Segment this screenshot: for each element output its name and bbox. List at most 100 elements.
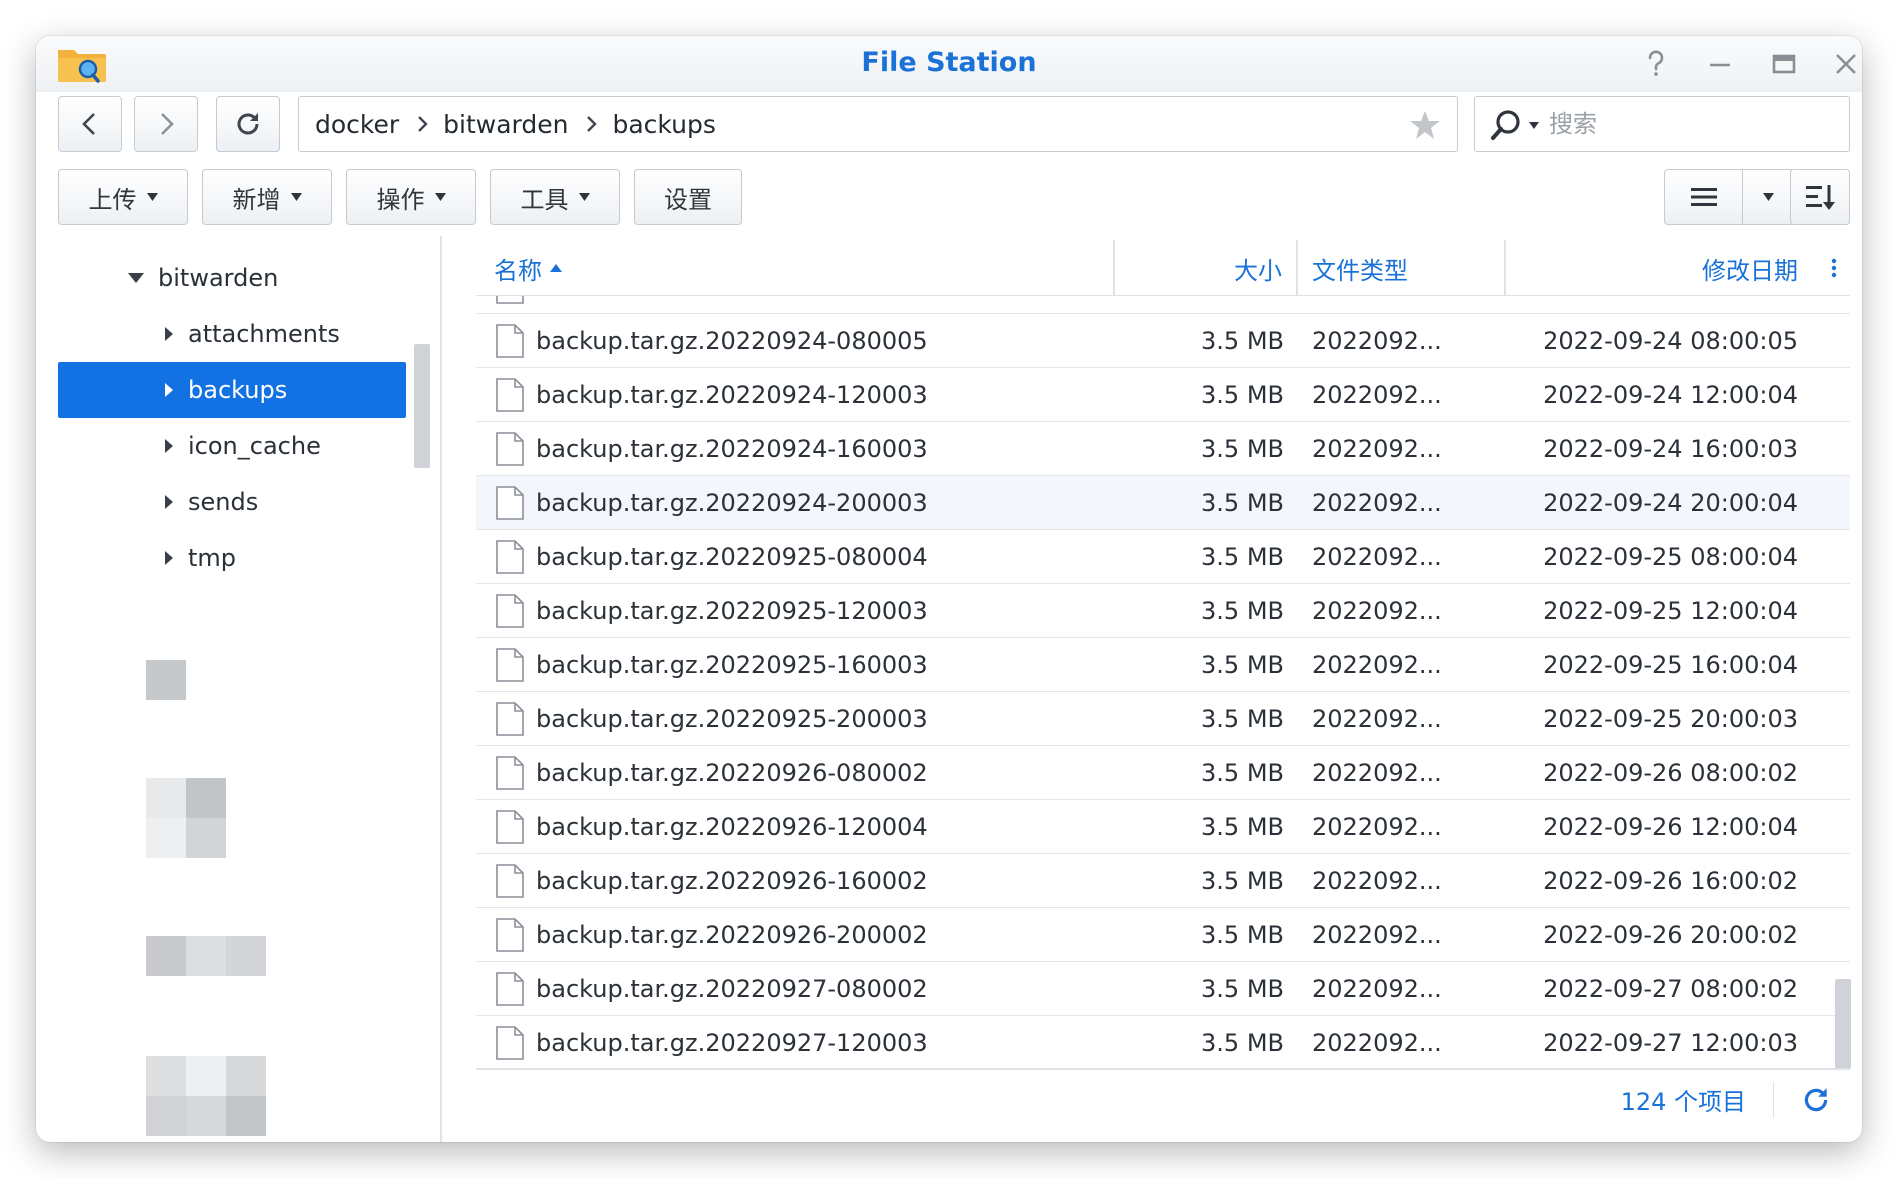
file-size: 3.5 MB <box>1201 489 1284 517</box>
column-size-label: 大小 <box>1234 256 1282 285</box>
list-view-toggle[interactable] <box>1665 170 1743 224</box>
breadcrumb-bitwarden[interactable]: bitwarden <box>443 110 568 139</box>
caret-right-icon[interactable] <box>162 382 176 398</box>
file-modified: 2022-09-27 12:00:03 <box>1543 1029 1798 1057</box>
create-label: 新增 <box>232 185 281 214</box>
view-mode-button[interactable] <box>1664 169 1794 225</box>
file-name: backup.tar.gz.20220926-160002 <box>536 867 928 895</box>
caret-right-icon[interactable] <box>162 550 176 566</box>
file-size: 3.5 MB <box>1201 705 1284 733</box>
table-row[interactable]: backup.tar.gz.20220926-080002 3.5 MB 202… <box>476 746 1850 800</box>
tree-item-sends[interactable]: sends <box>58 474 406 530</box>
create-button[interactable]: 新增 <box>202 169 332 225</box>
table-row[interactable]: backup.tar.gz.20220924-080005 3.5 MB 202… <box>476 314 1850 368</box>
file-station-window: File Station docker bitwarden backups 搜索… <box>36 36 1862 1142</box>
caret-right-icon[interactable] <box>162 494 176 510</box>
file-icon <box>496 540 524 574</box>
file-modified: 2022-09-25 16:00:04 <box>1543 651 1798 679</box>
tree-item-backups[interactable]: backups <box>58 362 406 418</box>
tools-button[interactable]: 工具 <box>490 169 620 225</box>
file-size: 3.5 MB <box>1201 543 1284 571</box>
file-icon <box>496 864 524 898</box>
file-modified: 2022-09-26 20:00:02 <box>1543 921 1798 949</box>
breadcrumb-backups[interactable]: backups <box>612 110 715 139</box>
tree-label: attachments <box>188 320 340 348</box>
table-row[interactable]: backup.tar.gz.20220924-200003 3.5 MB 202… <box>476 476 1850 530</box>
tree-item-attachments[interactable]: attachments <box>58 306 406 362</box>
chevron-left-icon <box>82 113 95 135</box>
file-name: backup.tar.gz.20220925-080004 <box>536 543 928 571</box>
folder-tree: bitwarden attachments backups icon_cache… <box>36 236 442 1142</box>
caret-down-icon[interactable] <box>128 271 144 285</box>
table-row[interactable]: backup.tar.gz.20220924-120003 3.5 MB 202… <box>476 368 1850 422</box>
column-header-modified[interactable]: 修改日期 <box>1506 240 1798 296</box>
file-type: 2022092... <box>1312 1029 1442 1057</box>
file-icon <box>496 702 524 736</box>
file-modified: 2022-09-26 08:00:02 <box>1543 759 1798 787</box>
forward-button[interactable] <box>134 96 198 152</box>
file-type: 2022092... <box>1312 597 1442 625</box>
file-size: 3.5 MB <box>1201 921 1284 949</box>
column-type-label: 文件类型 <box>1312 256 1408 285</box>
sidebar-scrollbar[interactable] <box>414 344 430 468</box>
table-row[interactable]: backup.tar.gz.20220926-200002 3.5 MB 202… <box>476 908 1850 962</box>
caret-right-icon[interactable] <box>162 438 176 454</box>
chevron-down-icon[interactable] <box>1529 122 1539 129</box>
file-name: backup.tar.gz.20220924-120003 <box>536 381 928 409</box>
search-icon[interactable] <box>1489 108 1523 142</box>
upload-label: 上传 <box>88 185 137 214</box>
refresh-icon[interactable] <box>1800 1084 1832 1116</box>
list-view-icon <box>1690 188 1717 206</box>
close-icon[interactable] <box>1830 48 1862 80</box>
file-name: backup.tar.gz.20220925-120003 <box>536 597 928 625</box>
file-name: backup.tar.gz.20220924-200003 <box>536 489 928 517</box>
column-header-name[interactable]: 名称 <box>494 240 994 296</box>
file-modified: 2022-09-24 20:00:04 <box>1543 489 1798 517</box>
refresh-button[interactable] <box>216 96 280 152</box>
column-divider[interactable] <box>1113 240 1115 296</box>
chevron-down-icon <box>578 193 590 201</box>
minimize-icon[interactable] <box>1704 48 1736 80</box>
file-type: 2022092... <box>1312 435 1442 463</box>
view-mode-dropdown[interactable] <box>1743 170 1793 224</box>
column-header-size[interactable]: 大小 <box>1116 240 1284 296</box>
chevron-down-icon <box>434 193 446 201</box>
upload-button[interactable]: 上传 <box>58 169 188 225</box>
file-name: backup.tar.gz.20220926-120004 <box>536 813 928 841</box>
column-divider[interactable] <box>1296 240 1298 296</box>
table-row[interactable]: backup.tar.gz.20220925-200003 3.5 MB 202… <box>476 692 1850 746</box>
back-button[interactable] <box>58 96 122 152</box>
table-row[interactable]: backup.tar.gz.20220925-120003 3.5 MB 202… <box>476 584 1850 638</box>
breadcrumb-docker[interactable]: docker <box>315 110 399 139</box>
table-row[interactable]: backup.tar.gz.20220924-160003 3.5 MB 202… <box>476 422 1850 476</box>
file-modified: 2022-09-26 16:00:02 <box>1543 867 1798 895</box>
help-icon[interactable] <box>1640 48 1672 80</box>
action-button[interactable]: 操作 <box>346 169 476 225</box>
table-row[interactable]: backup.tar.gz.20220925-160003 3.5 MB 202… <box>476 638 1850 692</box>
settings-button[interactable]: 设置 <box>634 169 742 225</box>
file-type: 2022092... <box>1312 975 1442 1003</box>
table-row[interactable]: backup.tar.gz.20220926-120004 3.5 MB 202… <box>476 800 1850 854</box>
table-row[interactable]: backup.tar.gz.20220925-080004 3.5 MB 202… <box>476 530 1850 584</box>
caret-right-icon[interactable] <box>162 326 176 342</box>
maximize-icon[interactable] <box>1768 48 1800 80</box>
table-row[interactable]: backup.tar.gz.20220927-080002 3.5 MB 202… <box>476 962 1850 1016</box>
tree-item-icon-cache[interactable]: icon_cache <box>58 418 406 474</box>
table-row[interactable]: backup.tar.gz.20220927-120003 3.5 MB 202… <box>476 1016 1850 1070</box>
file-modified: 2022-09-26 12:00:04 <box>1543 813 1798 841</box>
file-list-scrollbar[interactable] <box>1835 979 1851 1069</box>
column-header-type[interactable]: 文件类型 <box>1312 240 1472 296</box>
file-type: 2022092... <box>1312 543 1442 571</box>
sort-button[interactable] <box>1790 169 1850 225</box>
path-bar[interactable]: docker bitwarden backups <box>298 96 1458 152</box>
table-row[interactable]: backup.tar.gz.20220926-160002 3.5 MB 202… <box>476 854 1850 908</box>
table-row-partial[interactable] <box>476 296 1850 314</box>
star-icon[interactable] <box>1409 109 1441 141</box>
tree-item-bitwarden[interactable]: bitwarden <box>58 250 406 306</box>
search-box[interactable] <box>1474 96 1850 152</box>
column-name-label: 名称 <box>494 256 542 285</box>
file-icon <box>496 810 524 844</box>
tree-item-tmp[interactable]: tmp <box>58 530 406 586</box>
column-options-icon[interactable] <box>1824 240 1844 296</box>
search-input[interactable] <box>1547 105 1837 143</box>
